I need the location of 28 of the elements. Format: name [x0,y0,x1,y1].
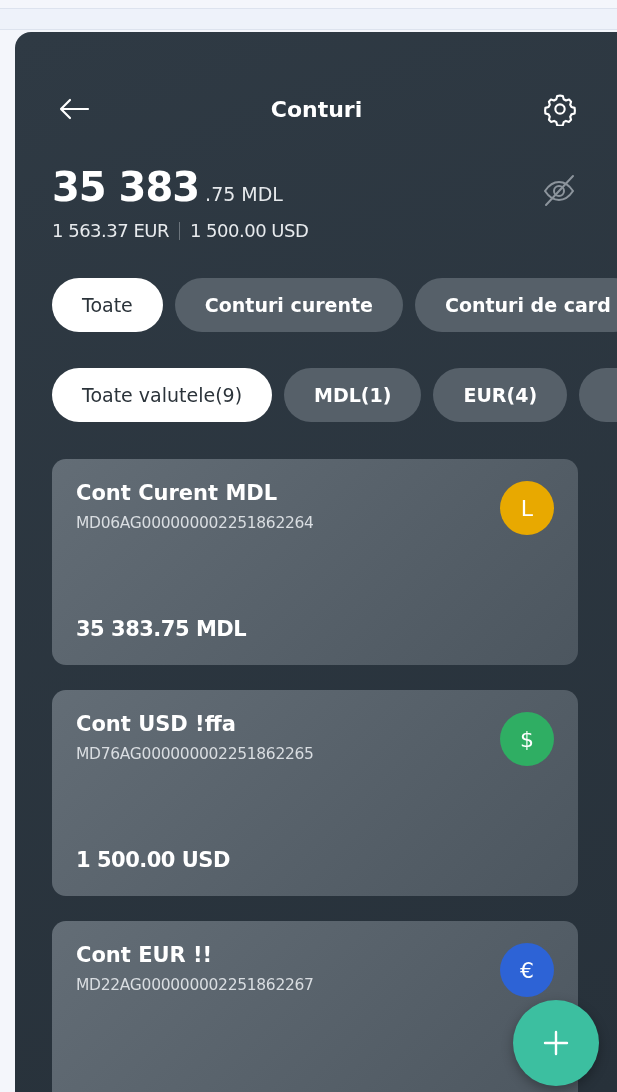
currency-badge: € [500,943,554,997]
converted-balance: 1 563.37 EUR [52,220,169,241]
settings-icon[interactable] [543,92,577,126]
account-type-chip[interactable]: Toate [52,278,163,332]
account-iban: MD22AG000000002251862267 [76,976,314,994]
account-iban: MD06AG000000002251862264 [76,514,314,532]
account-name: Cont USD !ffa [76,712,237,736]
currency-chip[interactable]: Toate valutele(9) [52,368,273,422]
hide-balance-icon[interactable] [541,172,577,208]
currency-chip[interactable]: EUR(4) [433,368,568,422]
converted-balance: 1 500.00 USD [189,220,309,241]
currency-badge: $ [500,712,554,766]
currency-badge: L [500,481,554,535]
total-balance: 35 383.75 MDL [52,164,284,210]
account-card[interactable]: Cont Curent MDL MD06AG000000002251862264 L 35 383.75 MDL [52,459,578,665]
currency-chip[interactable]: MDL(1) [284,368,422,422]
account-balance: 35 383.75 MDL [76,617,248,641]
account-name: Cont EUR !! [76,943,214,967]
account-name: Cont Curent MDL [76,481,279,505]
account-iban: MD76AG000000002251862265 [76,745,314,763]
plus-icon [543,1030,569,1056]
account-balance: 1 500.00 USD [76,848,231,872]
account-type-chip[interactable]: Conturi curente [174,278,403,332]
account-card[interactable]: Cont EUR !! MD22AG000000002251862267 € [52,921,578,1092]
back-arrow-icon[interactable] [58,98,90,120]
screen-title: Conturi [270,96,363,122]
account-card[interactable]: Cont USD !ffa MD76AG000000002251862265 $ 1 500.00 USD [52,690,578,896]
account-type-chip[interactable]: Conturi de card [414,278,617,332]
